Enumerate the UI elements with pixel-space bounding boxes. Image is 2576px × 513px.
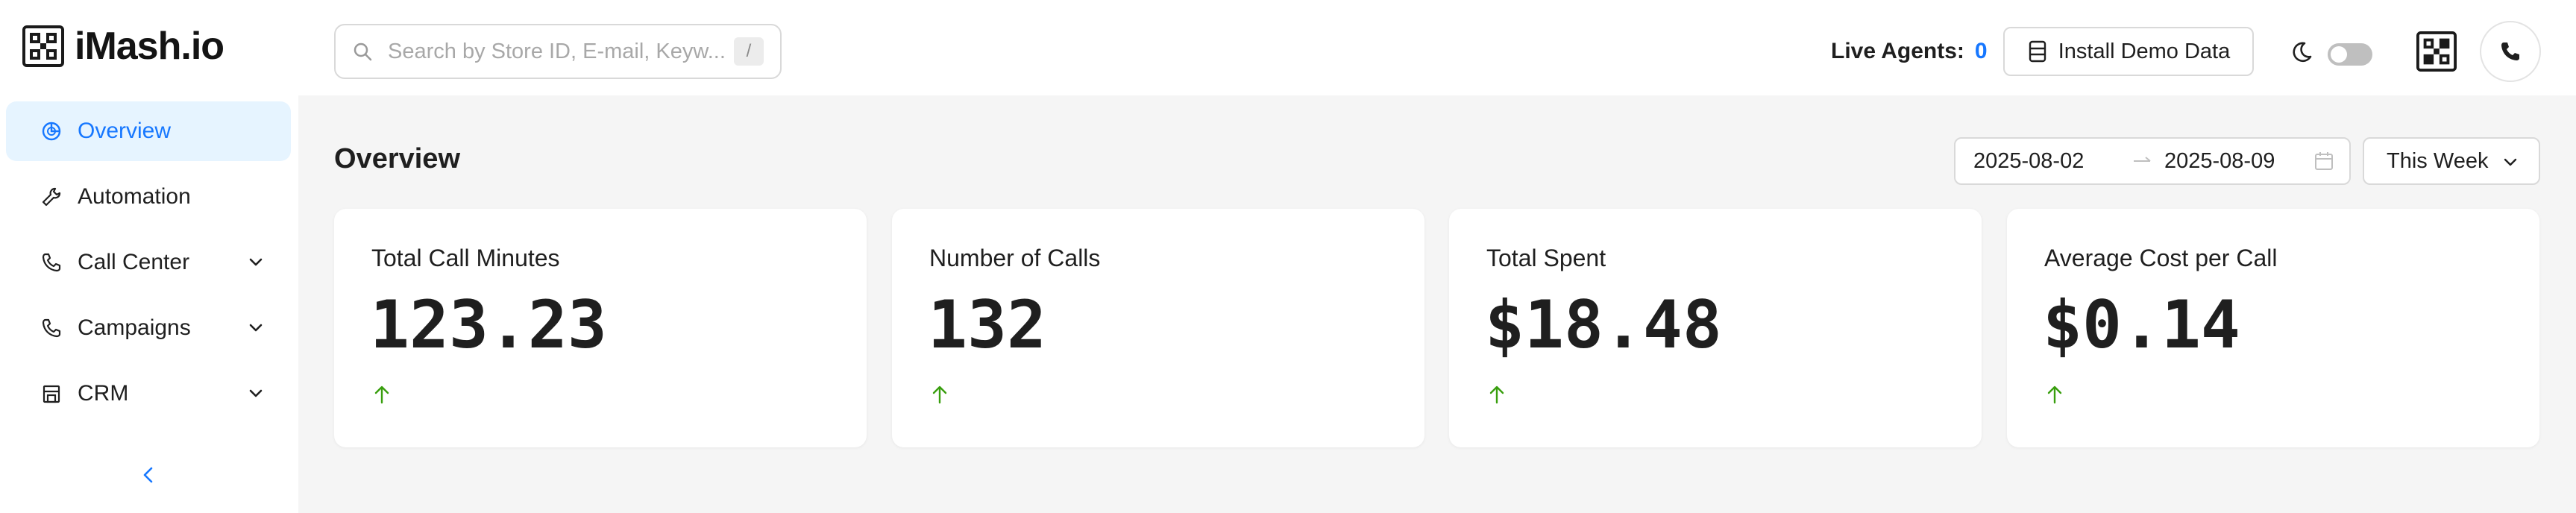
- sidebar-item-overview[interactable]: Overview: [6, 101, 291, 161]
- date-range-start[interactable]: 2025-08-02: [1973, 149, 2084, 174]
- period-select-value: This Week: [2387, 148, 2489, 173]
- date-range-picker[interactable]: 2025-08-02 2025-08-09: [1954, 137, 2351, 185]
- chevron-down-icon: [249, 324, 263, 332]
- brand-logo[interactable]: iMash.io: [22, 25, 224, 67]
- install-demo-data-label: Install Demo Data: [2058, 39, 2231, 63]
- app-root: iMash.io / Live Agents: 0 Install Demo Da…: [0, 0, 2576, 513]
- pie-chart-icon: [42, 122, 61, 141]
- page-title: Overview: [334, 143, 460, 174]
- stat-card-total-call-minutes: Total Call Minutes 123.23: [334, 209, 867, 447]
- stat-card-total-spent: Total Spent $18.48: [1449, 209, 1982, 447]
- period-select[interactable]: This Week: [2363, 137, 2540, 185]
- moon-icon: [2293, 42, 2312, 63]
- logo-icon: [22, 25, 64, 67]
- store-icon: [43, 385, 60, 403]
- sidebar-item-label: Call Center: [78, 250, 190, 274]
- main-content: Overview 2025-08-02 2025-08-09 This Week…: [298, 95, 2576, 513]
- toggle-knob: [2331, 46, 2347, 63]
- chevron-down-icon: [249, 258, 263, 266]
- phone-icon: [42, 318, 61, 338]
- search-icon: [354, 43, 372, 61]
- sidebar: Overview Automation Call Center Campaign…: [0, 95, 298, 513]
- search-box[interactable]: /: [334, 24, 782, 79]
- chevron-down-icon: [249, 389, 263, 397]
- stat-label: Average Cost per Call: [2044, 245, 2278, 271]
- arrow-right-icon: [2134, 157, 2151, 162]
- sidebar-item-label: Overview: [78, 119, 172, 143]
- phone-icon: [2501, 43, 2519, 60]
- stat-label: Number of Calls: [929, 245, 1101, 271]
- arrow-up-icon: [932, 385, 947, 404]
- dialer-button[interactable]: [2480, 21, 2541, 82]
- install-demo-data-button[interactable]: Install Demo Data: [2003, 27, 2254, 76]
- arrow-up-icon: [2047, 385, 2062, 404]
- sidebar-item-crm[interactable]: CRM: [6, 364, 291, 424]
- brand-name: iMash.io: [75, 25, 224, 68]
- sidebar-item-label: CRM: [78, 381, 129, 406]
- tool-icon: [42, 187, 61, 207]
- stat-card-average-cost-per-call: Average Cost per Call $0.14: [2007, 209, 2539, 447]
- chevron-down-icon: [2504, 158, 2517, 166]
- stat-label: Total Spent: [1486, 245, 1606, 271]
- dark-mode-toggle[interactable]: [2328, 43, 2372, 66]
- search-shortcut-key: /: [734, 37, 764, 66]
- live-agents: Live Agents: 0: [1831, 39, 1988, 64]
- database-icon: [2029, 40, 2046, 63]
- top-header: iMash.io / Live Agents: 0 Install Demo Da…: [0, 0, 2576, 95]
- calendar-icon: [2315, 152, 2333, 170]
- stat-label: Total Call Minutes: [371, 245, 560, 271]
- live-agents-count[interactable]: 0: [1975, 39, 1988, 63]
- stat-value: 132: [928, 286, 1046, 363]
- sidebar-item-label: Campaigns: [78, 315, 191, 340]
- stat-value: 123.23: [370, 286, 607, 363]
- arrow-up-icon: [1489, 385, 1504, 404]
- stat-value: $18.48: [1485, 286, 1722, 363]
- collapse-sidebar-icon[interactable]: [137, 464, 160, 486]
- search-input[interactable]: [388, 39, 734, 64]
- arrow-up-icon: [374, 385, 389, 404]
- sidebar-item-campaigns[interactable]: Campaigns: [6, 298, 291, 358]
- sidebar-item-label: Automation: [78, 184, 191, 209]
- avatar[interactable]: [2416, 31, 2457, 72]
- live-agents-label: Live Agents:: [1831, 39, 1964, 63]
- sidebar-item-call-center[interactable]: Call Center: [6, 233, 291, 292]
- stat-card-number-of-calls: Number of Calls 132: [892, 209, 1424, 447]
- sidebar-item-automation[interactable]: Automation: [6, 167, 291, 227]
- stat-value: $0.14: [2043, 286, 2240, 363]
- phone-icon: [42, 253, 61, 272]
- date-range-end[interactable]: 2025-08-09: [2164, 149, 2275, 174]
